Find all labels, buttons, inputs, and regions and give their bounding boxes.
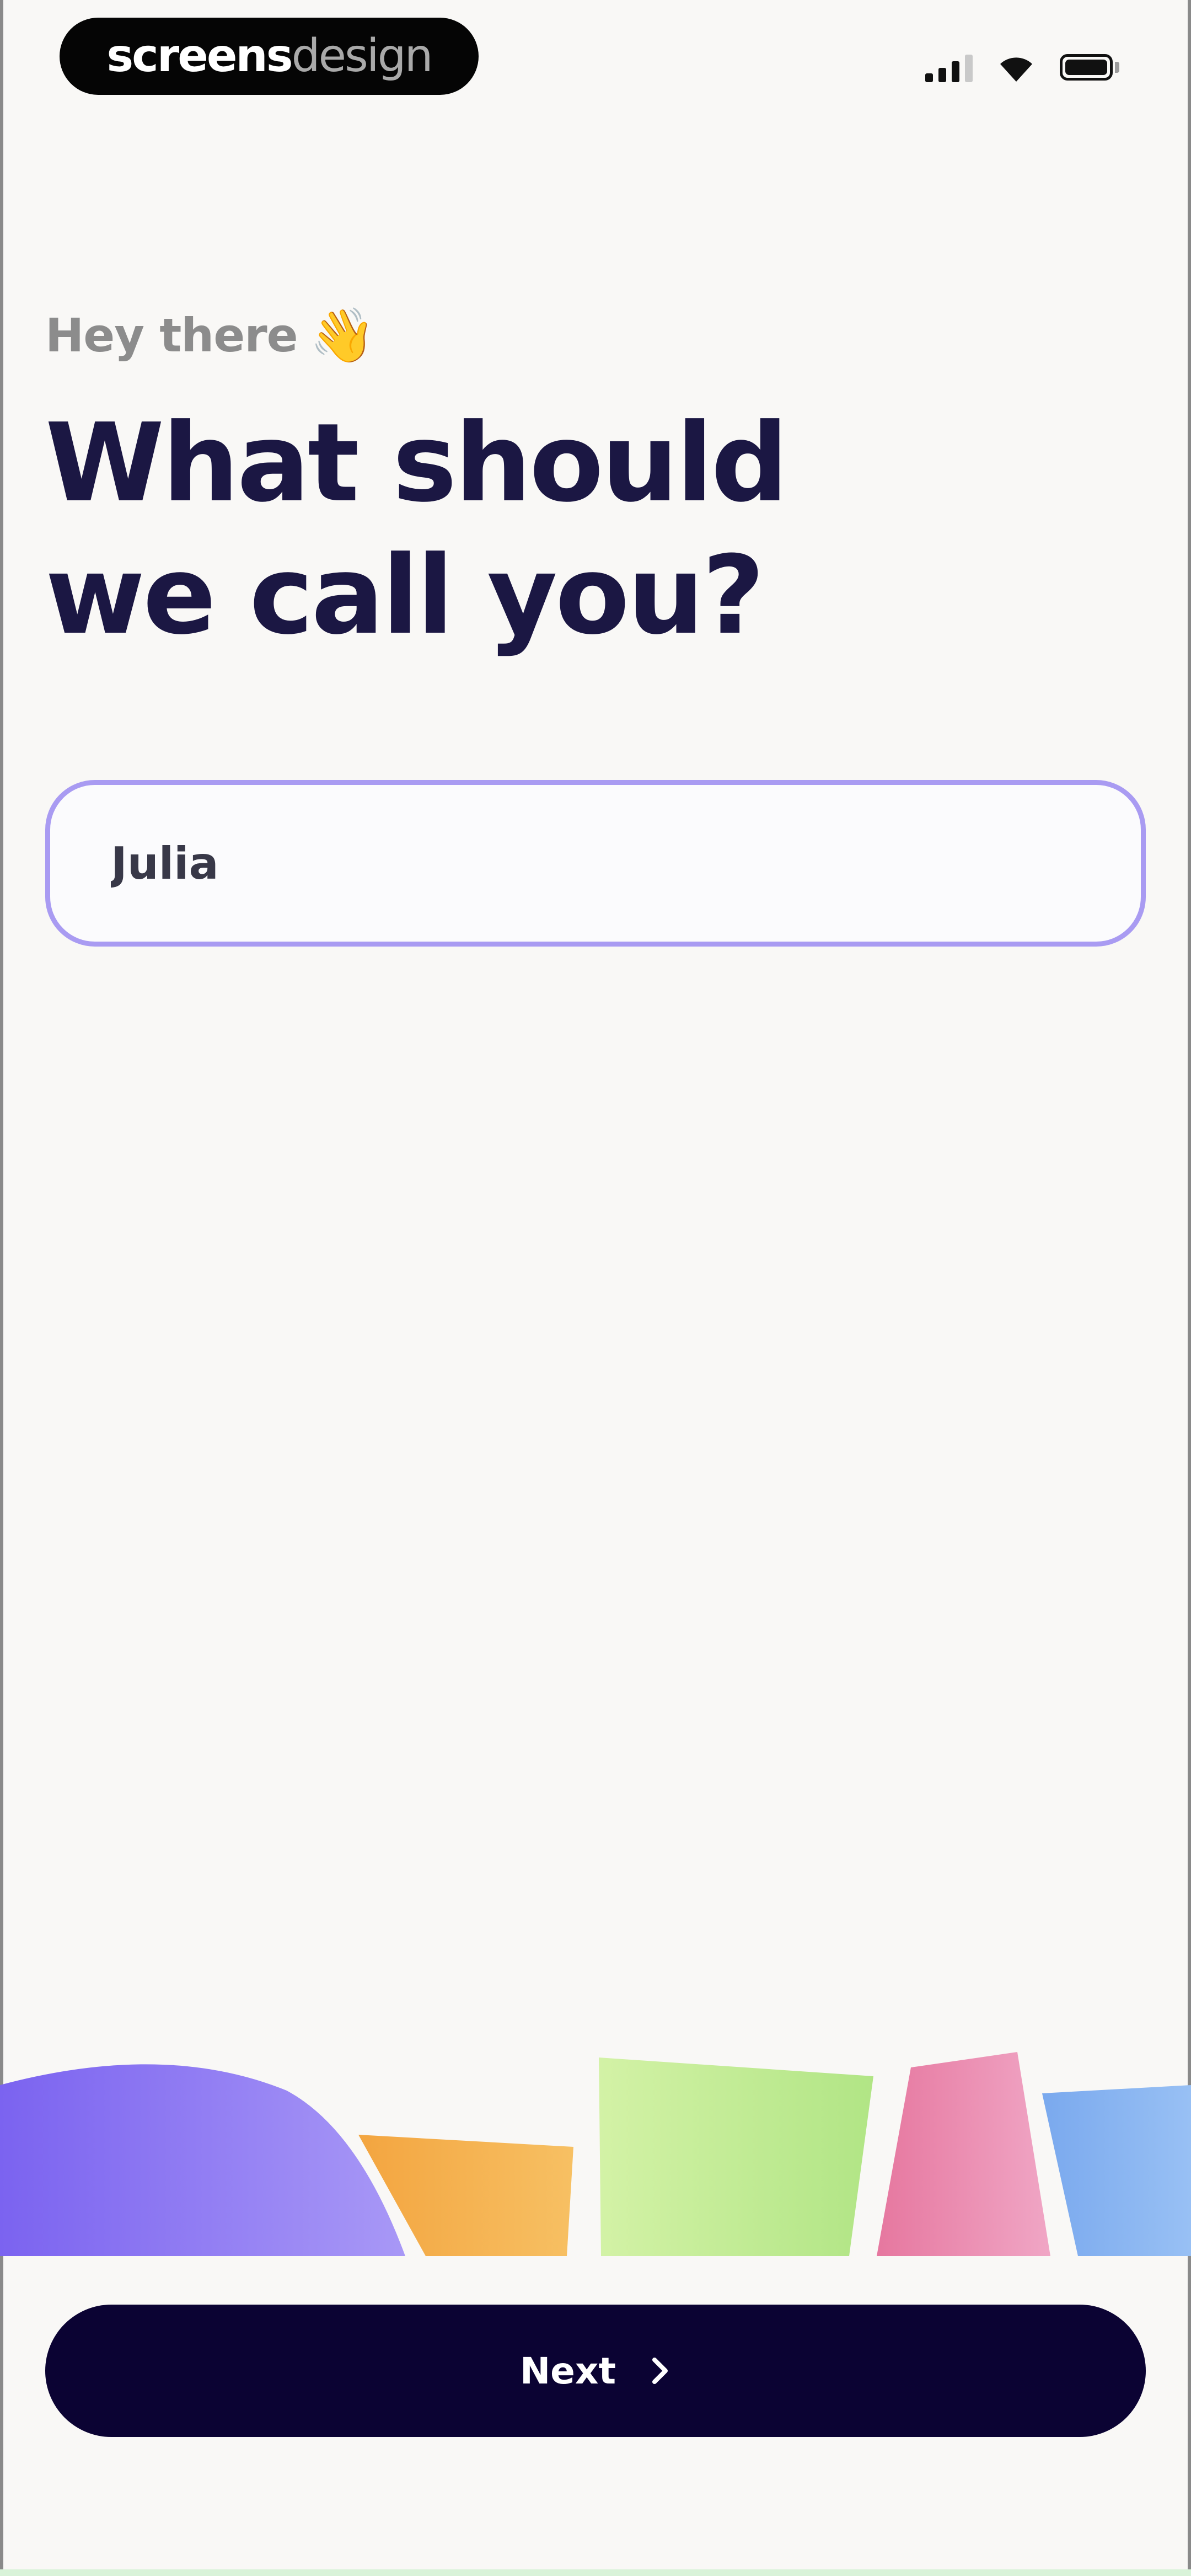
next-button[interactable]: Next xyxy=(45,2305,1146,2437)
next-button-label: Next xyxy=(519,2349,616,2392)
cellular-signal-icon xyxy=(925,52,973,82)
name-field[interactable] xyxy=(45,780,1146,947)
brand-logo-pill: screensdesign xyxy=(60,18,479,95)
wifi-icon xyxy=(1000,57,1032,82)
chevron-right-icon xyxy=(652,2358,668,2384)
page-title-line-1: What should xyxy=(45,400,788,526)
brand-logo-light: design xyxy=(291,30,433,82)
greeting-text: Hey there xyxy=(45,308,298,362)
page-title-line-2: we call you? xyxy=(45,533,765,659)
pink-shape xyxy=(877,2052,1050,2256)
page-title: What should we call you? xyxy=(45,397,1093,662)
greeting: Hey there 👋 xyxy=(45,302,375,368)
brand-logo-bold: screens xyxy=(106,30,293,82)
purple-shape xyxy=(0,2064,405,2256)
waving-hand-icon: 👋 xyxy=(309,304,376,366)
name-input[interactable] xyxy=(111,837,1141,889)
onboarding-screen: screensdesign Hey there 👋 What should we… xyxy=(0,0,1191,2576)
brand-logo: screensdesign xyxy=(106,34,433,79)
blue-shape xyxy=(1042,2085,1191,2256)
battery-icon xyxy=(1060,54,1119,81)
bottom-strip xyxy=(0,2569,1191,2576)
status-icons xyxy=(925,45,1119,89)
decorative-shapes xyxy=(0,2052,1191,2256)
green-shape xyxy=(599,2057,873,2256)
